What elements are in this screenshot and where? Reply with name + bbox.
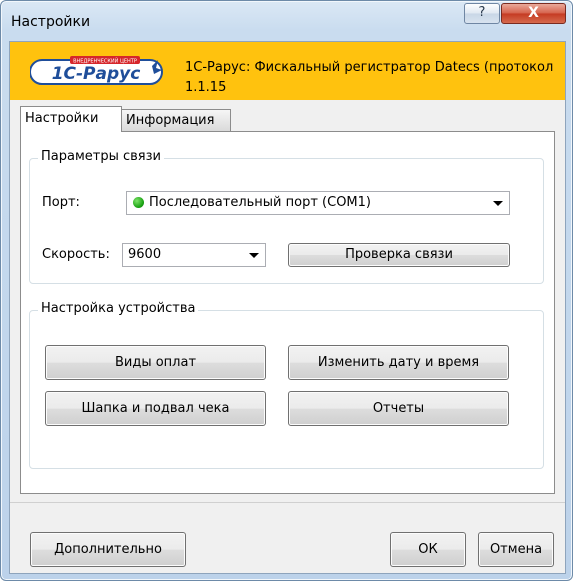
ok-button[interactable]: ОК bbox=[390, 532, 466, 567]
close-icon: X bbox=[528, 5, 539, 21]
help-button[interactable]: ? bbox=[464, 3, 500, 24]
button-label: Виды оплат bbox=[114, 355, 197, 370]
button-label: Отмена bbox=[489, 542, 543, 557]
button-label: ОК bbox=[418, 542, 438, 557]
port-label: Порт: bbox=[42, 195, 80, 210]
settings-tab-page: Параметры связи Порт: Последовательный п… bbox=[20, 131, 555, 494]
change-datetime-button[interactable]: Изменить дату и время bbox=[288, 345, 509, 380]
button-label: Изменить дату и время bbox=[317, 355, 480, 370]
cancel-button[interactable]: Отмена bbox=[478, 532, 554, 567]
connection-params-group: Параметры связи Порт: Последовательный п… bbox=[29, 149, 544, 284]
reports-button[interactable]: Отчеты bbox=[288, 391, 509, 426]
title-bar[interactable]: Настройки ? X bbox=[1, 1, 572, 41]
check-connection-button[interactable]: Проверка связи bbox=[288, 243, 510, 267]
banner-text: 1С-Рарус: Фискальный регистратор Datecs … bbox=[185, 60, 558, 95]
receipt-header-footer-button[interactable]: Шапка и подвал чека bbox=[45, 391, 266, 426]
tab-settings[interactable]: Настройки bbox=[20, 106, 122, 132]
group-title: Настройка устройства bbox=[38, 301, 199, 316]
chevron-down-icon bbox=[493, 201, 503, 206]
speed-select[interactable]: 9600 bbox=[122, 243, 266, 267]
rarus-logo: ВНЕДРЕНЧЕСКИЙ ЦЕНТР 1С-Рарус bbox=[30, 56, 163, 85]
port-select[interactable]: Последовательный порт (COM1) bbox=[126, 191, 510, 215]
close-button[interactable]: X bbox=[501, 3, 566, 24]
tab-label: Информация bbox=[126, 113, 215, 128]
group-title: Параметры связи bbox=[38, 149, 164, 164]
advanced-button[interactable]: Дополнительно bbox=[30, 532, 186, 567]
settings-dialog: Настройки ? X ВНЕДРЕНЧЕСКИЙ ЦЕНТР 1С-Рар… bbox=[0, 0, 573, 581]
button-label: Проверка связи bbox=[345, 247, 453, 262]
button-label: Отчеты bbox=[372, 401, 425, 416]
tab-label: Настройки bbox=[25, 111, 99, 126]
button-label: Шапка и подвал чека bbox=[81, 401, 230, 416]
tab-information[interactable]: Информация bbox=[121, 109, 231, 131]
product-banner: ВНЕДРЕНЧЕСКИЙ ЦЕНТР 1С-Рарус 1С-Рарус: Ф… bbox=[10, 42, 565, 100]
speed-label: Скорость: bbox=[42, 247, 110, 262]
device-settings-group: Настройка устройства Виды оплат Изменить… bbox=[29, 301, 544, 469]
help-icon: ? bbox=[478, 5, 486, 20]
button-label: Дополнительно bbox=[54, 542, 162, 557]
logo-text: 1С-Рарус bbox=[52, 64, 141, 84]
status-indicator-icon bbox=[133, 197, 144, 208]
dialog-client-area: ВНЕДРЕНЧЕСКИЙ ЦЕНТР 1С-Рарус 1С-Рарус: Ф… bbox=[9, 41, 566, 574]
speed-value: 9600 bbox=[128, 247, 162, 262]
footer-divider bbox=[10, 502, 565, 503]
chevron-down-icon bbox=[249, 253, 259, 258]
payment-types-button[interactable]: Виды оплат bbox=[45, 345, 266, 380]
port-value: Последовательный порт (COM1) bbox=[149, 195, 371, 210]
window-title: Настройки bbox=[11, 14, 91, 30]
